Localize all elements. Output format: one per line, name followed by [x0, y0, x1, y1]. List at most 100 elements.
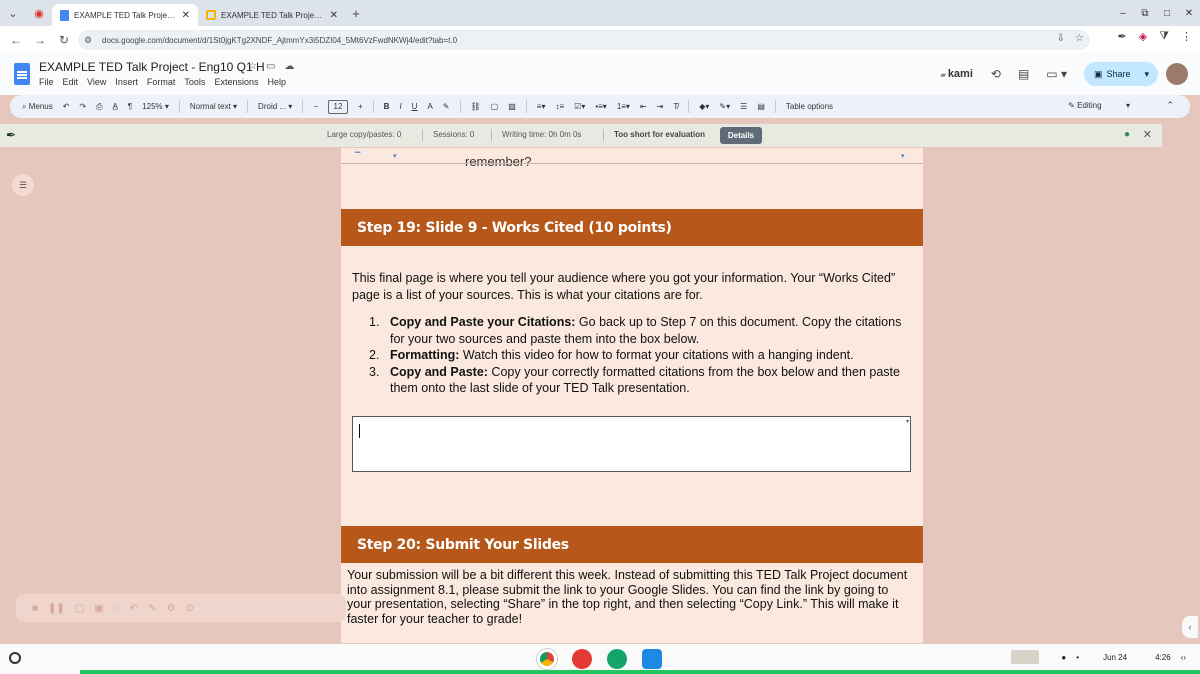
launcher-icon[interactable] — [9, 652, 21, 664]
undo-icon[interactable]: ↶ — [63, 102, 70, 111]
move-folder-icon[interactable]: ▭ — [266, 61, 275, 72]
menu-tools[interactable]: Tools — [184, 77, 205, 87]
cell-menu-icon[interactable]: ▾ — [906, 418, 909, 425]
menu-view[interactable]: View — [87, 77, 106, 87]
share-button[interactable]: ▣ Share ▾ — [1084, 62, 1158, 86]
font-size-input[interactable]: 12 — [327, 99, 348, 114]
numbered-list-icon[interactable]: 1≡▾ — [617, 102, 630, 111]
reload-icon[interactable]: ↻ — [52, 33, 76, 47]
document-outline-icon[interactable]: ☰ — [12, 174, 34, 196]
minimize-icon[interactable]: – — [1112, 8, 1134, 19]
chrome-icon[interactable] — [537, 649, 557, 669]
editing-mode-select[interactable]: ✎ Editing ▾ — [1068, 101, 1130, 110]
document-title[interactable]: EXAMPLE TED Talk Project - Eng10 Q1 H — [39, 60, 265, 74]
toolbar-tool-icon[interactable]: ▢ — [75, 603, 84, 614]
link-icon[interactable]: ⛓ — [471, 102, 481, 111]
app-icon-red[interactable] — [572, 649, 592, 669]
border-dash-icon[interactable]: ▤ — [757, 102, 765, 111]
zoom-select[interactable]: 125% ▾ — [142, 102, 169, 111]
fill-color-icon[interactable]: ◆▾ — [699, 102, 709, 111]
pause-icon[interactable]: ❚❚ — [48, 603, 65, 614]
tab-stop-icon[interactable]: ▾ — [393, 152, 397, 160]
clear-format-icon[interactable]: T̸ — [673, 102, 678, 111]
kami-floating-toolbar[interactable]: ■ ❚❚ ▢ ▣ ◌ ↶ ✎ ⚙ ⊙ — [16, 594, 346, 622]
menu-file[interactable]: File — [39, 77, 54, 87]
bulleted-list-icon[interactable]: •≡▾ — [595, 102, 606, 111]
menu-format[interactable]: Format — [147, 77, 176, 87]
close-window-icon[interactable]: ✕ — [1178, 8, 1200, 19]
bookmark-star-icon[interactable]: ☆ — [1075, 33, 1084, 44]
install-icon[interactable]: ⇩ — [1057, 33, 1065, 44]
app-icon-green[interactable] — [607, 649, 627, 669]
align-icon[interactable]: ≡▾ — [537, 102, 546, 111]
comments-icon[interactable]: ▤ — [1018, 67, 1029, 81]
tab-ted-talk-doc[interactable]: EXAMPLE TED Talk Project - E ✕ — [52, 4, 198, 26]
print-icon[interactable]: ⎙ — [96, 102, 102, 112]
line-spacing-icon[interactable]: ↕≡ — [555, 102, 564, 111]
border-color-icon[interactable]: ✎▾ — [719, 102, 730, 111]
tab-stop-icon[interactable]: ▾ — [901, 152, 905, 160]
kami-button[interactable]: ▰ kami — [940, 68, 972, 80]
forward-icon[interactable]: → — [28, 33, 52, 47]
toolbar-tool-icon[interactable]: ↶ — [130, 603, 138, 614]
person-icon[interactable]: ● — [1124, 129, 1130, 140]
text-color-icon[interactable]: A — [427, 102, 432, 111]
font-select[interactable]: Droid ... ▾ — [258, 102, 292, 111]
files-icon[interactable] — [642, 649, 662, 669]
spellcheck-icon[interactable]: A̲ — [113, 102, 118, 111]
extension-icon[interactable]: ◈ — [1139, 30, 1147, 43]
address-bar[interactable]: ⚙ docs.google.com/document/d/1St0jgKTg2X… — [78, 30, 1090, 50]
details-button[interactable]: Details — [720, 127, 762, 144]
restore-icon[interactable]: ⧉ — [1134, 8, 1156, 19]
maximize-icon[interactable]: □ — [1156, 8, 1178, 19]
decrease-font-icon[interactable]: − — [313, 102, 318, 111]
menu-insert[interactable]: Insert — [115, 77, 138, 87]
pen-extension-icon[interactable]: ✒ — [1118, 30, 1127, 43]
meet-video-icon[interactable]: ▭ ▾ — [1046, 67, 1067, 81]
puzzle-extensions-icon[interactable]: ⧩ — [1159, 30, 1169, 43]
toolbar-tool-icon[interactable]: ▣ — [94, 603, 103, 614]
comment-icon[interactable]: ▢ — [491, 102, 499, 111]
cloud-status-icon[interactable]: ☁ — [284, 61, 294, 72]
close-tab-icon[interactable]: ✕ — [182, 10, 190, 21]
user-avatar[interactable] — [1166, 63, 1188, 85]
tab-search-icon[interactable]: ⌄ — [0, 0, 26, 26]
new-tab-button[interactable]: + — [346, 6, 366, 21]
menu-extensions[interactable]: Extensions — [214, 77, 258, 87]
border-width-icon[interactable]: ☰ — [740, 102, 747, 111]
notification-icon[interactable]: ● — [1061, 653, 1066, 662]
tab-ted-talk-slides[interactable]: EXAMPLE TED Talk Project Sli ✕ — [198, 4, 346, 26]
image-icon[interactable]: ▨ — [508, 102, 516, 111]
decrease-indent-icon[interactable]: ⇤ — [640, 102, 647, 111]
side-panel-toggle-icon[interactable]: ‹ — [1182, 616, 1198, 638]
version-history-icon[interactable]: ⟲ — [991, 67, 1001, 81]
increase-font-icon[interactable]: + — [358, 102, 363, 111]
menus-search-button[interactable]: ⌕ Menus — [22, 102, 53, 112]
redo-icon[interactable]: ↷ — [79, 102, 86, 111]
toolbar-tool-icon[interactable]: ✎ — [148, 603, 156, 614]
docs-logo-icon[interactable] — [14, 63, 30, 85]
indent-marker-icon[interactable]: ▔ — [355, 152, 360, 160]
citations-text-box[interactable]: ▾ — [352, 416, 911, 472]
menu-help[interactable]: Help — [267, 77, 286, 87]
kebab-menu-icon[interactable]: ⋮ — [1181, 30, 1192, 43]
toolbar-tool-icon[interactable]: ⊙ — [185, 603, 193, 614]
underline-icon[interactable]: U — [412, 102, 418, 111]
increase-indent-icon[interactable]: ⇥ — [657, 102, 664, 111]
table-options-button[interactable]: Table options — [786, 102, 833, 111]
record-icon[interactable]: ■ — [32, 603, 38, 614]
site-info-icon[interactable]: ⚙ — [84, 35, 96, 46]
star-icon[interactable]: ☆ — [248, 61, 257, 72]
highlight-icon[interactable]: ✎ — [443, 102, 450, 111]
toolbar-tool-icon[interactable]: ◌ — [114, 603, 120, 614]
record-icon[interactable]: ◉ — [26, 0, 52, 26]
close-extension-bar-icon[interactable]: ✕ — [1143, 128, 1152, 141]
menu-edit[interactable]: Edit — [63, 77, 79, 87]
share-dropdown-icon[interactable]: ▾ — [1145, 69, 1150, 80]
style-select[interactable]: Normal text ▾ — [190, 102, 237, 111]
toolbar-tool-icon[interactable]: ⚙ — [166, 603, 175, 614]
back-icon[interactable]: ← — [4, 33, 28, 47]
bold-icon[interactable]: B — [384, 102, 390, 111]
checklist-icon[interactable]: ☑▾ — [574, 102, 585, 111]
collapse-toolbar-icon[interactable]: ⌃ — [1166, 100, 1174, 111]
